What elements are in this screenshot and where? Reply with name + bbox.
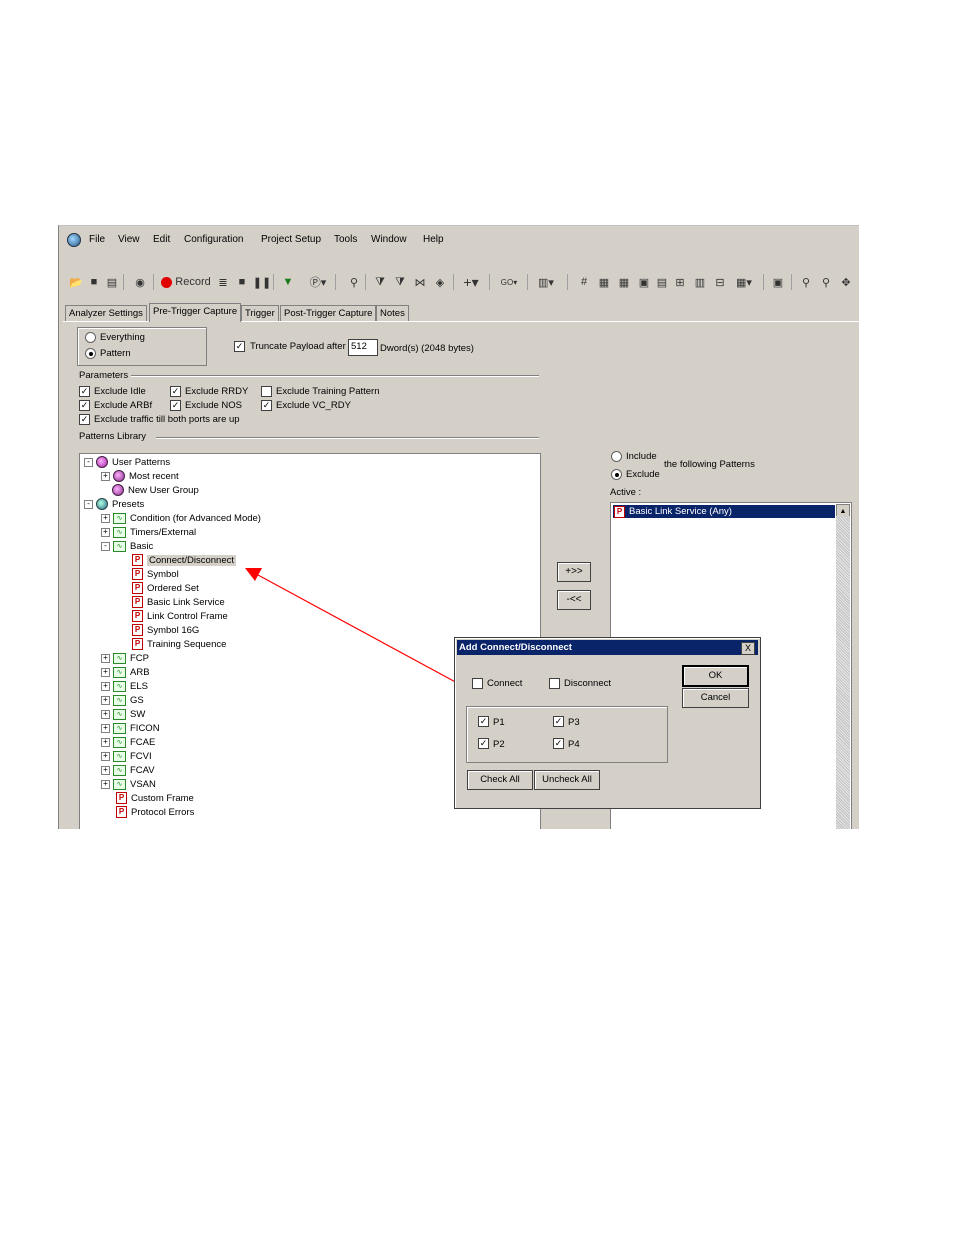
p1-label: P1 — [493, 717, 505, 728]
p4-label: P4 — [568, 739, 580, 750]
p3-checkbox[interactable]: ✓ — [553, 716, 564, 727]
check-all-button[interactable]: Check All — [467, 770, 533, 790]
connect-label: Connect — [487, 678, 523, 689]
p1-checkbox[interactable]: ✓ — [478, 716, 489, 727]
disconnect-checkbox[interactable] — [549, 678, 560, 689]
dialog-title: Add Connect/Disconnect — [459, 642, 572, 653]
arrow-line — [257, 574, 462, 686]
uncheck-all-button[interactable]: Uncheck All — [534, 770, 600, 790]
annotation-arrow — [245, 568, 462, 686]
p4-checkbox[interactable]: ✓ — [553, 738, 564, 749]
ports-group — [466, 706, 668, 763]
tab-pre-trigger-capture[interactable]: Pre-Trigger Capture — [149, 303, 242, 322]
arrow-head — [245, 568, 262, 581]
close-icon[interactable]: X — [741, 642, 755, 655]
dialog-title-bar: Add Connect/Disconnect X — [457, 640, 758, 655]
disconnect-label: Disconnect — [564, 678, 611, 689]
add-connect-disconnect-dialog: Add Connect/Disconnect X Connect Disconn… — [454, 637, 761, 809]
ok-button[interactable]: OK — [682, 665, 749, 687]
p2-checkbox[interactable]: ✓ — [478, 738, 489, 749]
p2-label: P2 — [493, 739, 505, 750]
connect-checkbox[interactable] — [472, 678, 483, 689]
cancel-button[interactable]: Cancel — [682, 688, 749, 708]
p3-label: P3 — [568, 717, 580, 728]
